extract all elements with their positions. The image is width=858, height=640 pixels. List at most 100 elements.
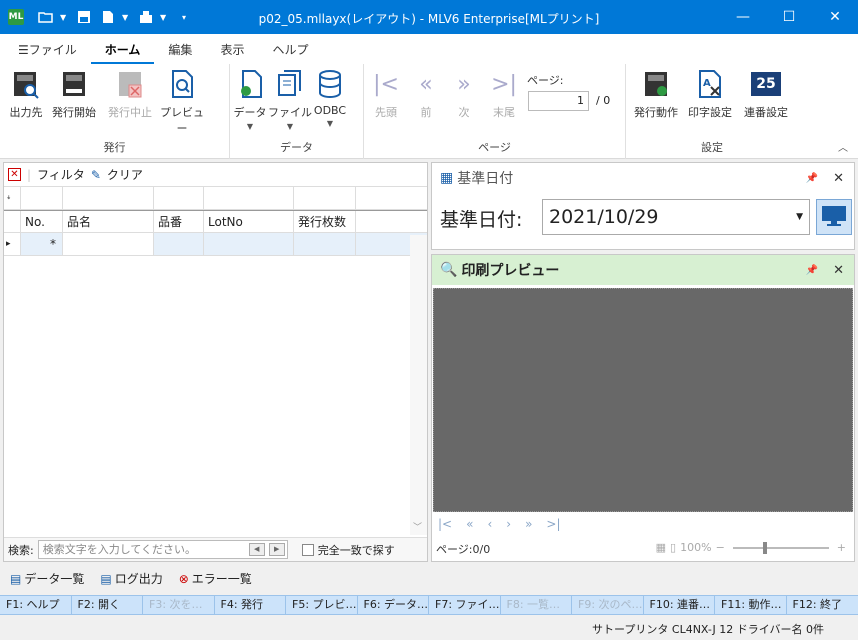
chevron-down-icon[interactable]: ﹀: [413, 520, 422, 533]
pane-title: 印刷プレビュー: [461, 263, 560, 279]
pin-icon[interactable]: 📌: [806, 265, 818, 276]
open-folder-icon[interactable]: [36, 7, 56, 27]
chevron-down-icon[interactable]: ▼: [60, 13, 70, 22]
zoom-out-icon[interactable]: −: [716, 541, 725, 554]
exact-match-label: 完全一致で探す: [317, 543, 395, 557]
eraser-icon[interactable]: ✎: [91, 168, 101, 182]
tab-file[interactable]: ☰ファイル: [4, 36, 91, 64]
printer-gear-icon: [640, 68, 672, 100]
export-icon[interactable]: [98, 7, 118, 27]
preview-canvas[interactable]: [433, 288, 853, 512]
row-header-corner: [4, 211, 21, 232]
column-header[interactable]: LotNo: [204, 211, 294, 232]
filter-cell[interactable]: [356, 187, 427, 209]
page-view-icon[interactable]: ▯: [670, 541, 676, 554]
zoom-slider[interactable]: [732, 541, 829, 554]
preview-button[interactable]: プレビュー: [156, 68, 208, 136]
search-next-icon[interactable]: ▶: [268, 543, 285, 556]
monitor-button[interactable]: [816, 199, 852, 235]
last-page-icon[interactable]: >|: [546, 517, 560, 531]
customize-icon[interactable]: ▾: [182, 13, 192, 22]
filter-cell[interactable]: [21, 187, 63, 209]
maximize-icon[interactable]: ☐: [766, 0, 812, 34]
stop-issue-button[interactable]: 発行中止: [104, 68, 156, 120]
first-page-icon[interactable]: |<: [438, 517, 452, 531]
column-header[interactable]: 発行枚数: [294, 211, 356, 232]
table-cell[interactable]: [204, 233, 294, 255]
filter-close-icon[interactable]: ✕: [8, 168, 21, 181]
fkey-f1[interactable]: F1: ヘルプ: [0, 596, 72, 614]
close-icon[interactable]: ✕: [833, 171, 844, 186]
odbc-button[interactable]: ODBC ▼: [304, 68, 356, 128]
table-cell[interactable]: [154, 233, 204, 255]
column-header[interactable]: 品名: [63, 211, 154, 232]
label-icon[interactable]: [136, 7, 156, 27]
filter-cell[interactable]: [154, 187, 204, 209]
zoom-slider-thumb[interactable]: [762, 541, 767, 554]
prev-page-icon[interactable]: «: [466, 517, 473, 531]
prev-icon[interactable]: ‹: [487, 517, 492, 531]
page-total: / 0: [596, 94, 611, 107]
start-issue-button[interactable]: 発行開始: [48, 68, 100, 120]
fkey-f7[interactable]: F7: ファイ…: [429, 596, 501, 614]
page-number-input[interactable]: 1: [528, 91, 589, 111]
chevron-down-icon[interactable]: ▼: [796, 200, 803, 234]
tab-view[interactable]: 表示: [206, 36, 258, 64]
chevron-down-icon[interactable]: ▼: [160, 13, 170, 22]
base-date-select[interactable]: 2021/10/29 ▼: [542, 199, 810, 235]
next-page-icon[interactable]: »: [525, 517, 532, 531]
fkey-f9[interactable]: F9: 次のペ…: [572, 596, 644, 614]
fkey-f5[interactable]: F5: プレビ…: [286, 596, 358, 614]
tab-edit[interactable]: 編集: [154, 36, 206, 64]
filter-cell[interactable]: [294, 187, 356, 209]
table-cell[interactable]: [63, 233, 154, 255]
fkey-f2[interactable]: F2: 開く: [72, 596, 143, 614]
serial-settings-button[interactable]: 25 連番設定: [740, 68, 792, 120]
log-output-link[interactable]: ▤ ログ出力: [100, 570, 162, 587]
fkey-f3[interactable]: F3: 次を…: [143, 596, 215, 614]
pin-icon[interactable]: 📌: [806, 173, 818, 184]
minimize-icon[interactable]: —: [720, 0, 766, 34]
column-header[interactable]: 品番: [154, 211, 204, 232]
grid-view-icon[interactable]: ▦: [656, 541, 666, 554]
fkey-f6[interactable]: F6: データ…: [358, 596, 429, 614]
clear-button[interactable]: クリア: [107, 166, 143, 183]
next-icon[interactable]: ›: [506, 517, 511, 531]
log-icon: ▤: [100, 572, 112, 586]
issue-action-button[interactable]: 発行動作: [630, 68, 682, 120]
fkey-f4[interactable]: F4: 発行: [215, 596, 286, 614]
output-destination-button[interactable]: 出力先: [0, 68, 52, 120]
search-prev-icon[interactable]: ◀: [248, 543, 265, 556]
fkey-f11[interactable]: F11: 動作…: [715, 596, 787, 614]
data-list-link[interactable]: ▤ データ一覧: [10, 570, 84, 587]
error-list-link[interactable]: ⊗ エラー一覧: [179, 570, 252, 587]
search-placeholder: 検索文字を入力してください。: [42, 543, 197, 556]
filter-cell[interactable]: [204, 187, 294, 209]
fkey-f12[interactable]: F12: 終了: [787, 596, 858, 614]
chevron-down-icon[interactable]: ▼: [122, 13, 132, 22]
zoom-in-icon[interactable]: +: [837, 541, 846, 554]
print-preview-pane: 🔍 印刷プレビュー 📌 ✕ |< « ‹ › » >| ページ:0/0 ▦ ▯ …: [431, 254, 855, 562]
column-header[interactable]: No.: [21, 211, 63, 232]
table-row[interactable]: ▸ *: [4, 233, 427, 256]
search-input[interactable]: 検索文字を入力してください。 ◀ ▶: [37, 540, 288, 559]
close-icon[interactable]: ✕: [812, 0, 858, 34]
print-settings-button[interactable]: A 印字設定: [684, 68, 736, 120]
first-page-icon: |<: [373, 71, 399, 97]
tab-help[interactable]: ヘルプ: [258, 36, 322, 64]
table-cell[interactable]: [294, 233, 356, 255]
vertical-scrollbar[interactable]: ﹀: [410, 235, 427, 535]
filter-cell[interactable]: [63, 187, 154, 209]
function-key-bar: F1: ヘルプ F2: 開く F3: 次を… F4: 発行 F5: プレビ… F…: [0, 595, 858, 615]
exact-match-checkbox[interactable]: [301, 543, 314, 556]
tab-home[interactable]: ホーム: [90, 36, 155, 64]
close-icon[interactable]: ✕: [833, 263, 844, 278]
print-icon[interactable]: [74, 7, 94, 27]
fkey-f8[interactable]: F8: 一覧…: [501, 596, 572, 614]
fkey-f10[interactable]: F10: 連番…: [644, 596, 715, 614]
last-page-button[interactable]: >| 末尾: [478, 68, 530, 120]
new-row-marker[interactable]: *: [21, 233, 63, 255]
ribbon-group-label: データ: [280, 141, 313, 154]
filter-button[interactable]: フィルタ: [37, 166, 85, 183]
collapse-ribbon-icon[interactable]: ︿: [838, 139, 848, 154]
